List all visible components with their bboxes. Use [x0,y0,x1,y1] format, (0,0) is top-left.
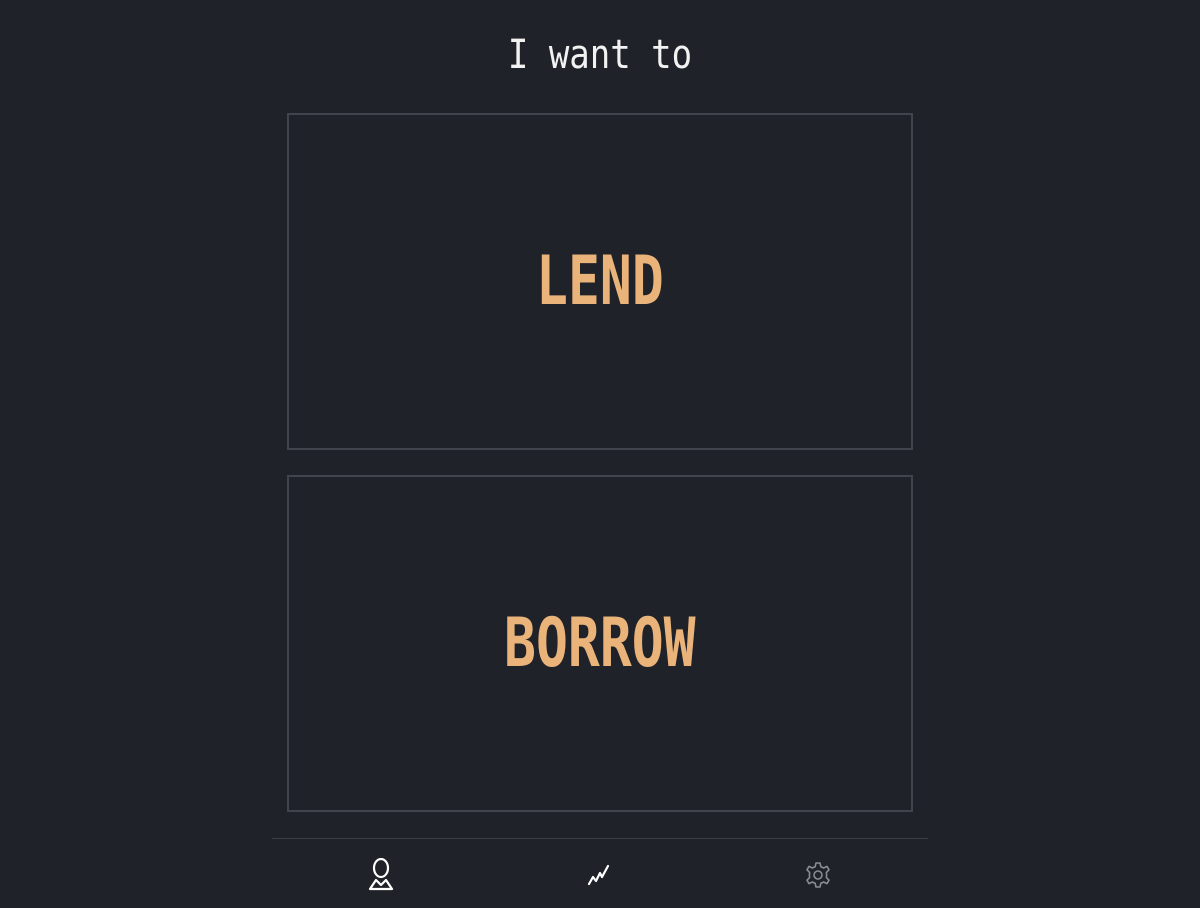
nav-item-profile[interactable] [361,855,401,895]
nav-item-stats[interactable] [579,855,619,895]
nav-item-settings[interactable] [798,855,838,895]
borrow-button[interactable]: BORROW [287,475,913,812]
borrow-label: BORROW [504,603,696,683]
page-heading: I want to [507,32,693,78]
bottom-nav [272,839,928,908]
gear-icon [806,862,830,888]
lend-button[interactable]: LEND [287,113,913,450]
profile-icon [368,858,394,891]
lend-label: LEND [536,241,664,321]
stats-icon [587,864,610,886]
